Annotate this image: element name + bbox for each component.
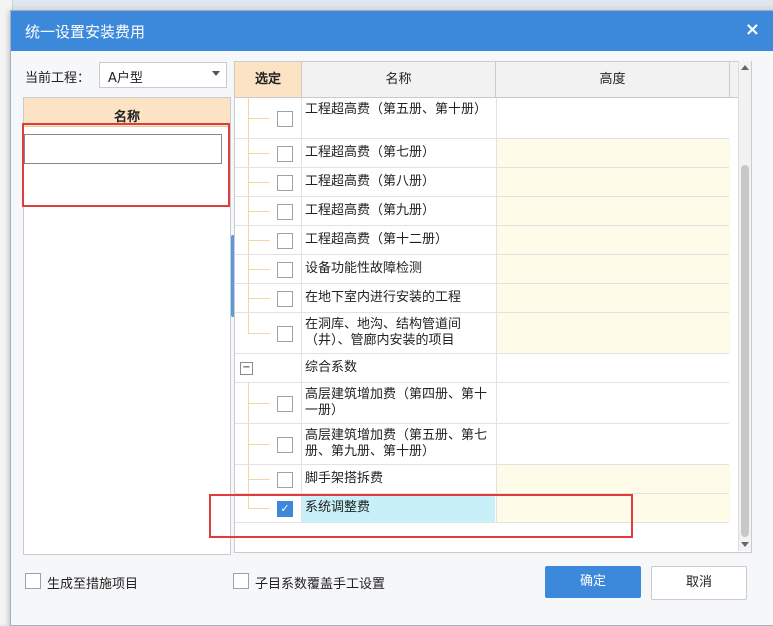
row-checkbox[interactable] — [277, 204, 293, 220]
table-row[interactable]: 工程超高费（第五册、第十册） — [235, 98, 729, 139]
row-name: 工程超高费（第九册） — [305, 203, 436, 218]
scroll-down-icon[interactable] — [741, 542, 749, 547]
table-header: 选定 名称 高度 — [235, 62, 751, 98]
current-project-value: A户型 — [108, 71, 143, 86]
table-row[interactable]: 高层建筑增加费（第四册、第十一册） — [235, 383, 729, 424]
row-name: 脚手架搭拆费 — [305, 471, 384, 486]
row-checkbox[interactable] — [277, 175, 293, 191]
row-checkbox[interactable] — [277, 396, 293, 412]
table-row[interactable]: 工程超高费（第八册） — [235, 168, 730, 197]
annotation-box-row — [209, 494, 633, 538]
current-project-label: 当前工程： — [25, 71, 91, 86]
row-name: 在地下室内进行安装的工程 — [305, 290, 462, 305]
row-height-cell[interactable] — [496, 424, 730, 464]
collapse-minus-icon[interactable]: − — [240, 362, 253, 375]
row-height-cell[interactable] — [496, 98, 730, 138]
row-height-cell — [496, 354, 730, 382]
install-fee-dialog: 统一设置安装费用 × 当前工程： A户型 名称 选定 名称 高度 工程超高费（第… — [10, 10, 773, 626]
override-manual-checkbox[interactable] — [233, 573, 249, 589]
row-height-cell[interactable] — [496, 313, 730, 353]
scrollbar-thumb[interactable] — [741, 165, 749, 537]
row-name: 高层建筑增加费（第五册、第七册、第九册、第十册） — [305, 428, 488, 459]
row-name: 工程超高费（第七册） — [305, 145, 436, 160]
table-row[interactable]: 脚手架搭拆费 — [235, 465, 730, 494]
row-height-cell[interactable] — [496, 465, 730, 493]
row-name: 在洞库、地沟、结构管道间（井）、管廊内安装的项目 — [305, 317, 462, 348]
table-row[interactable]: 在地下室内进行安装的工程 — [235, 284, 730, 313]
cancel-button[interactable]: 取消 — [651, 566, 747, 600]
row-checkbox[interactable] — [277, 262, 293, 278]
column-header-height[interactable]: 高度 — [496, 62, 730, 97]
table-row[interactable]: 高层建筑增加费（第五册、第七册、第九册、第十册） — [235, 424, 729, 465]
table-row[interactable]: 设备功能性故障检测 — [235, 255, 730, 284]
override-manual-label[interactable]: 子目系数覆盖手工设置 — [255, 573, 385, 592]
group-name: 综合系数 — [305, 360, 358, 375]
background-window-top — [0, 0, 773, 8]
table-row[interactable]: 工程超高费（第十二册） — [235, 226, 730, 255]
row-name: 工程超高费（第十二册） — [305, 232, 449, 247]
row-height-cell[interactable] — [496, 284, 730, 312]
chevron-down-icon — [212, 71, 220, 76]
row-name: 工程超高费（第五册、第十册） — [305, 102, 488, 117]
table-row[interactable]: 工程超高费（第九册） — [235, 197, 730, 226]
row-height-cell[interactable] — [496, 197, 730, 225]
table-row-group[interactable]: − 综合系数 — [235, 354, 729, 383]
row-name: 设备功能性故障检测 — [305, 261, 423, 276]
row-checkbox[interactable] — [277, 291, 293, 307]
column-header-select[interactable]: 选定 — [235, 62, 302, 97]
generate-to-measures-checkbox[interactable] — [25, 573, 41, 589]
column-header-name[interactable]: 名称 — [302, 62, 496, 97]
row-checkbox[interactable] — [277, 146, 293, 162]
row-name: 高层建筑增加费（第四册、第十一册） — [305, 387, 488, 418]
row-checkbox[interactable] — [277, 233, 293, 249]
scroll-up-icon[interactable] — [741, 65, 749, 70]
ok-button[interactable]: 确定 — [545, 566, 641, 598]
row-height-cell[interactable] — [496, 139, 730, 167]
row-name: 工程超高费（第八册） — [305, 174, 436, 189]
table-vertical-scrollbar[interactable] — [738, 61, 751, 551]
dialog-titlebar: 统一设置安装费用 × — [11, 11, 773, 51]
fee-table: 选定 名称 高度 工程超高费（第五册、第十册） 工程超高费（第七册） 工程超高费… — [234, 61, 752, 553]
table-row[interactable]: 工程超高费（第七册） — [235, 139, 730, 168]
row-height-cell[interactable] — [496, 226, 730, 254]
row-checkbox[interactable] — [277, 111, 293, 127]
row-checkbox[interactable] — [277, 437, 293, 453]
row-height-cell[interactable] — [496, 383, 730, 423]
close-icon[interactable]: × — [745, 19, 760, 40]
row-height-cell[interactable] — [496, 255, 730, 283]
row-checkbox[interactable] — [277, 472, 293, 488]
annotation-box-left — [22, 123, 230, 207]
row-height-cell[interactable] — [496, 168, 730, 196]
dialog-title: 统一设置安装费用 — [25, 23, 146, 41]
table-row[interactable]: 在洞库、地沟、结构管道间（井）、管廊内安装的项目 — [235, 313, 730, 354]
generate-to-measures-label[interactable]: 生成至措施项目 — [47, 573, 138, 592]
current-project-select[interactable]: A户型 — [99, 62, 227, 88]
row-checkbox[interactable] — [277, 326, 293, 342]
